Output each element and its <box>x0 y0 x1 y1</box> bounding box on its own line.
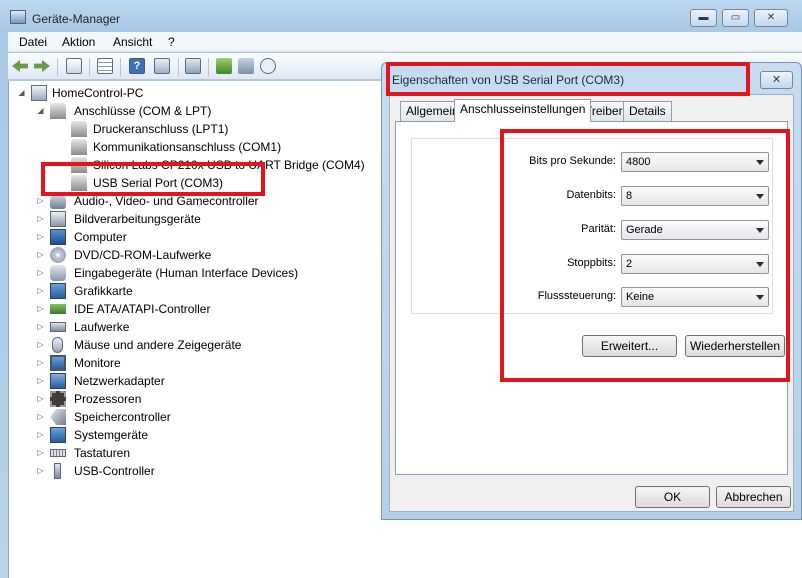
expand-icon[interactable]: ▷ <box>36 448 45 457</box>
tree-item-label: Kommunikationsanschluss (COM1) <box>93 140 282 154</box>
tab-anschlusseinstellungen[interactable]: Anschlusseinstellungen <box>454 99 592 122</box>
menu-bar: Datei Aktion Ansicht ? <box>8 32 802 52</box>
back-icon[interactable] <box>12 60 28 72</box>
tree-category-label: Eingabegeräte (Human Interface Devices) <box>74 266 299 280</box>
hid-icon <box>50 265 66 281</box>
network-adapter-icon <box>50 373 66 389</box>
device-manager-icon <box>10 10 26 24</box>
close-button[interactable]: ✕ <box>754 9 788 27</box>
toolbar-separator <box>120 58 121 76</box>
toolbar-separator <box>178 58 179 76</box>
expand-icon[interactable]: ▷ <box>36 232 45 241</box>
tab-details[interactable]: Details <box>623 101 672 121</box>
expand-icon[interactable]: ▷ <box>36 394 45 403</box>
display-adapter-icon <box>50 283 66 299</box>
expand-icon[interactable]: ▷ <box>36 412 45 421</box>
tree-item-label: Druckeranschluss (LPT1) <box>93 122 229 136</box>
computer-icon <box>31 85 47 101</box>
usb-icon <box>54 463 61 479</box>
main-window-title: Geräte-Manager <box>32 12 121 26</box>
menu-aktion[interactable]: Aktion <box>62 35 95 49</box>
port-icon <box>50 103 66 119</box>
expand-icon[interactable]: ▷ <box>36 196 45 205</box>
tree-category-label: Prozessoren <box>74 392 142 406</box>
tree-category-label: Anschlüsse (COM & LPT) <box>74 104 212 118</box>
disc-icon <box>50 247 66 263</box>
mouse-icon <box>52 337 63 353</box>
tree-category-label: Monitore <box>74 356 121 370</box>
scan-hardware-icon[interactable] <box>260 58 276 74</box>
tree-category-label: USB-Controller <box>74 464 155 478</box>
tree-category-label: Laufwerke <box>74 320 130 334</box>
tree-category-label: Speichercontroller <box>74 410 171 424</box>
tree-category-label: Audio-, Video- und Gamecontroller <box>74 194 259 208</box>
menu-datei[interactable]: Datei <box>19 35 47 49</box>
expand-icon[interactable]: ▷ <box>36 358 45 367</box>
devices-icon[interactable] <box>154 58 170 74</box>
highlight-usb-serial-port <box>41 162 265 196</box>
collapse-icon[interactable]: ◢ <box>36 106 45 115</box>
camera-icon <box>50 211 66 227</box>
tree-category-label: Bildverarbeitungsgeräte <box>74 212 201 226</box>
ide-controller-icon <box>50 304 66 314</box>
menu-help[interactable]: ? <box>168 35 175 49</box>
forward-icon[interactable] <box>34 60 50 72</box>
main-title-bar: Geräte-Manager ▬ ▭ ✕ <box>0 0 802 32</box>
processor-icon <box>50 391 66 407</box>
drive-icon <box>50 322 66 332</box>
toolbar-separator <box>89 58 90 76</box>
collapse-icon[interactable]: ◢ <box>17 88 26 97</box>
expand-icon[interactable]: ▷ <box>36 376 45 385</box>
toolbar-separator <box>57 58 58 76</box>
computer-icon <box>50 229 66 245</box>
expand-icon[interactable]: ▷ <box>36 340 45 349</box>
menu-ansicht[interactable]: Ansicht <box>113 35 152 49</box>
storage-controller-icon <box>50 409 66 425</box>
cancel-button[interactable]: Abbrechen <box>716 486 791 508</box>
tree-category-label: Grafikkarte <box>74 284 133 298</box>
highlight-dialog-title <box>386 62 750 96</box>
dialog-close-button[interactable]: ✕ <box>760 71 793 89</box>
tree-category-label: Netzwerkadapter <box>74 374 165 388</box>
list-icon[interactable] <box>97 58 113 74</box>
maximize-button[interactable]: ▭ <box>722 9 749 27</box>
properties-view-icon[interactable] <box>66 58 82 74</box>
expand-icon[interactable]: ▷ <box>36 304 45 313</box>
minimize-button[interactable]: ▬ <box>690 9 717 27</box>
expand-icon[interactable]: ▷ <box>36 286 45 295</box>
system-device-icon <box>50 427 66 443</box>
update-driver-icon[interactable] <box>216 58 232 74</box>
port-icon <box>71 121 87 137</box>
tree-category-label: Computer <box>74 230 127 244</box>
tree-category-label: DVD/CD-ROM-Laufwerke <box>74 248 212 262</box>
toolbar-separator <box>208 58 209 76</box>
keyboard-icon <box>50 449 66 457</box>
tree-category-label: Tastaturen <box>74 446 131 460</box>
tree-category-label: Systemgeräte <box>74 428 149 442</box>
expand-icon[interactable]: ▷ <box>36 322 45 331</box>
expand-icon[interactable]: ▷ <box>36 466 45 475</box>
help-icon[interactable]: ? <box>129 58 145 74</box>
ok-button[interactable]: OK <box>635 486 710 508</box>
expand-icon[interactable]: ▷ <box>36 268 45 277</box>
expand-icon[interactable]: ▷ <box>36 214 45 223</box>
highlight-port-settings <box>500 129 790 382</box>
tree-category-label: IDE ATA/ATAPI-Controller <box>74 302 211 316</box>
expand-icon[interactable]: ▷ <box>36 250 45 259</box>
tree-category-label: Mäuse und andere Zeigegeräte <box>74 338 242 352</box>
expand-icon[interactable]: ▷ <box>36 430 45 439</box>
monitor-icon <box>50 355 66 371</box>
scan-view-icon[interactable] <box>185 58 201 74</box>
port-icon <box>71 139 87 155</box>
uninstall-icon[interactable] <box>238 58 254 74</box>
tree-root-label: HomeControl-PC <box>52 86 144 100</box>
